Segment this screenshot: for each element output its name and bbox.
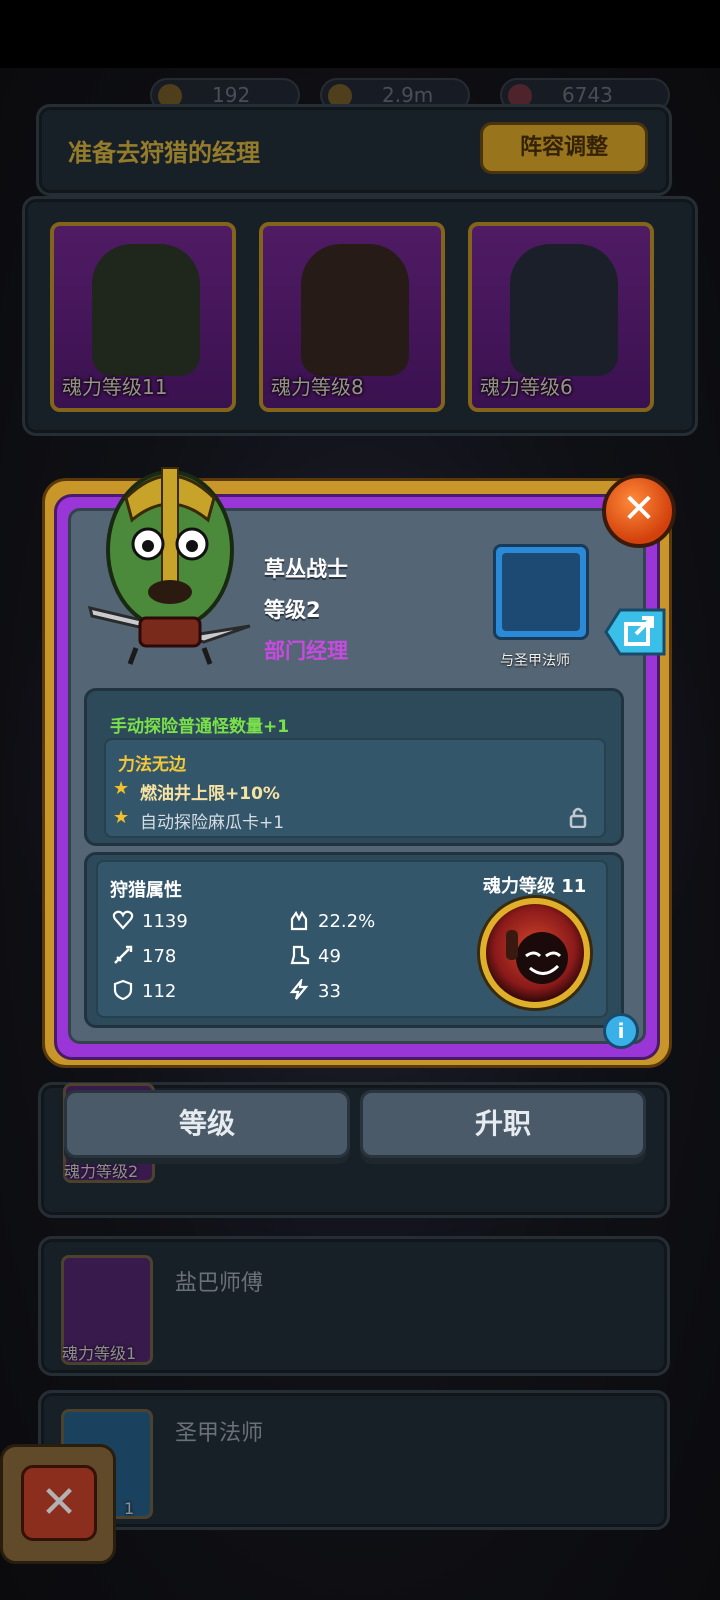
- skill-bonus: 手动探险普通怪数量+1: [110, 717, 290, 737]
- lock-icon: [569, 807, 587, 828]
- manager-avatar: [301, 244, 409, 376]
- manager-avatar: [510, 244, 618, 376]
- star-icon: ★: [113, 778, 130, 799]
- crit-icon: [290, 910, 308, 931]
- hero-name: 草丛战士: [264, 557, 348, 581]
- stat-health: 1139: [112, 909, 188, 932]
- level-button[interactable]: 等级: [64, 1090, 350, 1158]
- close-icon: ✕: [21, 1465, 97, 1541]
- back-button[interactable]: ✕: [0, 1444, 116, 1564]
- manager-thumb: 魂力等级1: [61, 1255, 153, 1365]
- partner-avatar: [502, 553, 580, 631]
- heart-icon: [112, 910, 134, 930]
- soul-level-label: 魂力等级8: [271, 375, 364, 399]
- stats-title: 狩猎属性: [110, 880, 182, 901]
- shield-icon: [113, 979, 133, 1001]
- close-icon: ✕: [622, 486, 656, 532]
- soul-level-title: 魂力等级 11: [483, 876, 587, 897]
- manager-avatar: [92, 244, 200, 376]
- list-item[interactable]: 1 圣甲法师: [38, 1390, 670, 1530]
- share-icon[interactable]: [598, 596, 670, 668]
- stat-speed: 49: [288, 944, 341, 967]
- hero-level: 等级2: [264, 598, 321, 622]
- stat-energy: 33: [288, 979, 341, 1002]
- skill-item: 自动探险麻瓜卡+1: [140, 813, 285, 833]
- partner-card[interactable]: [493, 544, 589, 640]
- info-button[interactable]: i: [603, 1013, 639, 1049]
- soul-level-label: 魂力等级6: [480, 375, 573, 399]
- page-title: 准备去狩猎的经理: [68, 139, 260, 167]
- soul-emblem[interactable]: [480, 898, 590, 1008]
- skill-title: 力法无边: [118, 755, 186, 775]
- sword-icon: [114, 945, 133, 964]
- stat-defense: 112: [112, 979, 176, 1002]
- lineup-adjust-button[interactable]: 阵容调整: [480, 122, 648, 174]
- partner-label: 与圣甲法师: [500, 653, 570, 669]
- manager-name: 盐巴师傅: [175, 1271, 264, 1296]
- stat-crit: 22.2%: [288, 909, 375, 932]
- team-slot-1[interactable]: 魂力等级11: [50, 222, 236, 412]
- hero-rank: 部门经理: [264, 639, 348, 663]
- soul-level-label: 魂力等级11: [62, 375, 168, 399]
- close-button[interactable]: ✕: [602, 474, 676, 548]
- skill-item: 燃油井上限+10%: [140, 784, 280, 804]
- status-bar: [0, 0, 720, 68]
- star-icon: ★: [113, 807, 130, 828]
- lightning-icon: [289, 979, 309, 1000]
- manager-name: 圣甲法师: [175, 1421, 264, 1446]
- stat-attack: 178: [112, 944, 176, 967]
- promote-button[interactable]: 升职: [360, 1090, 646, 1158]
- list-item[interactable]: 魂力等级1 盐巴师傅: [38, 1236, 670, 1376]
- boot-icon: [290, 945, 310, 965]
- soul-face-icon: [506, 930, 568, 984]
- team-slot-2[interactable]: 魂力等级8: [259, 222, 445, 412]
- team-slot-3[interactable]: 魂力等级6: [468, 222, 654, 412]
- hero-portrait: [87, 467, 251, 665]
